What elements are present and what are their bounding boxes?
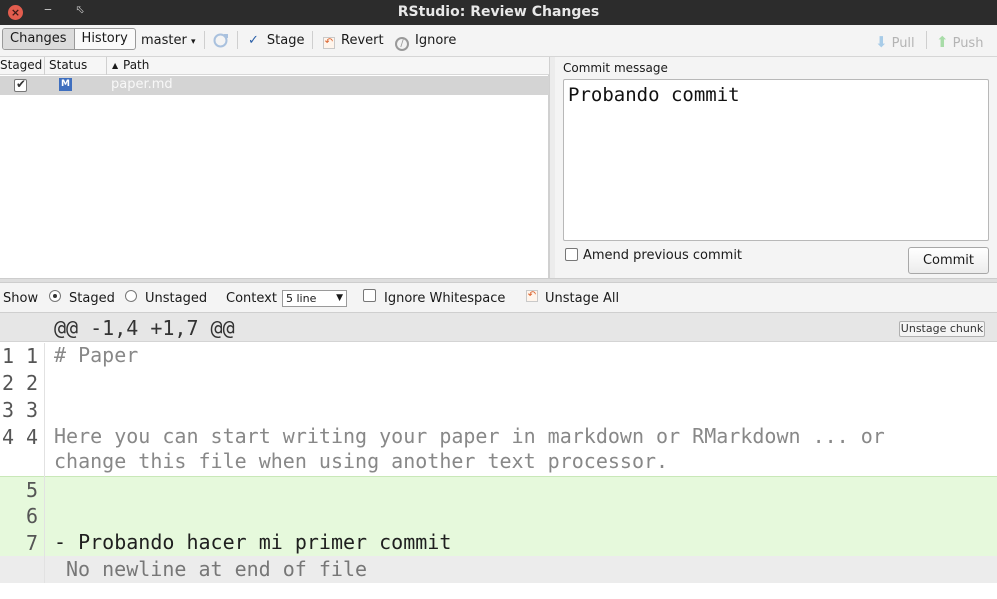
unstaged-radio[interactable]	[125, 290, 137, 302]
file-path: paper.md	[111, 77, 173, 92]
revert-icon: ↶	[323, 37, 335, 49]
title-bar: × ‒ ⬁ RStudio: Review Changes	[0, 0, 997, 25]
context-select[interactable]: 5 line ▼	[282, 290, 347, 307]
sort-ascending-icon: ▲	[112, 61, 119, 70]
unstage-all-icon: ↶	[526, 290, 538, 302]
refresh-icon[interactable]	[212, 32, 229, 49]
chevron-down-icon: ▾	[190, 37, 196, 47]
diff-line[interactable]: 1 1 # Paper	[0, 343, 997, 370]
push-button[interactable]: ⬆ Push	[936, 33, 983, 51]
toolbar-divider	[926, 31, 927, 49]
gutter-divider	[44, 343, 45, 583]
line-text: Here you can start writing your paper in…	[54, 424, 885, 473]
old-line-number: 1	[2, 344, 15, 368]
ignore-icon: /	[395, 37, 409, 51]
push-arrow-icon: ⬆	[936, 33, 949, 51]
pull-label: Pull	[891, 36, 915, 51]
line-text: - Probando hacer mi primer commit	[54, 530, 452, 554]
column-path[interactable]: Path	[123, 58, 149, 72]
file-list-header: Staged Status ▲ Path	[0, 57, 549, 75]
new-line-number: 7	[26, 531, 39, 555]
revert-button[interactable]: ↶ Revert	[323, 33, 384, 49]
show-label: Show	[3, 291, 39, 306]
commit-button[interactable]: Commit	[908, 247, 989, 274]
toolbar: Changes History master ▾ ✓ Stage ↶ Revert …	[0, 25, 997, 57]
window-title: RStudio: Review Changes	[397, 4, 600, 20]
ignore-button[interactable]: / Ignore	[395, 33, 456, 51]
staged-radio[interactable]	[49, 290, 61, 302]
dropdown-arrow-icon: ▼	[336, 293, 343, 303]
diff-line-added[interactable]: 6	[0, 503, 997, 530]
column-status[interactable]: Status	[49, 58, 87, 72]
push-label: Push	[952, 36, 984, 51]
stage-button[interactable]: ✓ Stage	[248, 33, 304, 48]
toolbar-divider	[312, 31, 313, 49]
diff-line[interactable]: 3 3	[0, 397, 997, 424]
pull-arrow-icon: ⬇	[875, 33, 888, 51]
line-text: # Paper	[54, 343, 139, 367]
diff-view: @@ -1,4 +1,7 @@ Unstage chunk 1 1 # Pape…	[0, 313, 997, 599]
ignore-label: Ignore	[415, 33, 457, 48]
diff-options-bar: Show Staged Unstaged Context 5 line ▼ Ig…	[0, 283, 997, 313]
amend-label: Amend previous commit	[583, 248, 743, 263]
amend-option[interactable]: Amend previous commit	[565, 248, 742, 263]
unstage-chunk-button[interactable]: Unstage chunk	[899, 321, 985, 337]
column-staged[interactable]: Staged	[0, 58, 42, 72]
pull-button[interactable]: ⬇ Pull	[875, 33, 915, 51]
branch-name: master	[141, 33, 187, 48]
new-line-number: 3	[26, 398, 39, 422]
old-line-number: 4	[2, 425, 15, 449]
commit-message-label: Commit message	[563, 61, 668, 75]
new-line-number: 6	[26, 504, 39, 528]
column-divider[interactable]	[106, 57, 107, 75]
unstage-all-button[interactable]: Unstage All	[545, 291, 619, 306]
diff-line[interactable]: 4 4 Here you can start writing your pape…	[0, 424, 997, 476]
checkmark-icon: ✓	[248, 33, 259, 48]
new-line-number: 5	[26, 478, 39, 502]
status-badge: M	[59, 78, 72, 91]
diff-line[interactable]: 2 2	[0, 370, 997, 397]
old-line-number: 2	[2, 371, 15, 395]
branch-selector[interactable]: master ▾	[141, 33, 196, 48]
ignore-whitespace-checkbox[interactable]	[363, 289, 376, 302]
no-newline-notice: No newline at end of file	[0, 556, 997, 583]
old-line-number: 3	[2, 398, 15, 422]
context-label: Context	[226, 291, 277, 306]
diff-line-added[interactable]: 5	[0, 476, 997, 503]
file-row[interactable]: ✔ M paper.md	[0, 76, 549, 95]
amend-checkbox[interactable]	[565, 248, 578, 261]
checkmark-icon: ✔	[16, 77, 27, 91]
new-line-number: 1	[26, 344, 39, 368]
new-line-number: 4	[26, 425, 39, 449]
column-divider[interactable]	[44, 57, 45, 75]
file-list-pane: Staged Status ▲ Path ✔ M paper.md	[0, 57, 549, 278]
hunk-range: @@ -1,4 +1,7 @@	[54, 316, 235, 340]
no-newline-text: No newline at end of file	[66, 557, 368, 581]
unstaged-radio-label[interactable]: Unstaged	[145, 291, 207, 306]
toolbar-divider	[204, 31, 205, 49]
view-toggle: Changes History	[2, 28, 136, 50]
staged-checkbox[interactable]: ✔	[14, 77, 27, 92]
commit-message-input[interactable]: Probando commit	[563, 79, 989, 241]
diff-line-added[interactable]: 7 - Probando hacer mi primer commit	[0, 530, 997, 557]
commit-pane: Commit message Probando commit Amend pre…	[555, 57, 997, 278]
new-line-number: 2	[26, 371, 39, 395]
tab-changes[interactable]: Changes	[3, 29, 75, 49]
hunk-header: @@ -1,4 +1,7 @@ Unstage chunk	[0, 313, 997, 342]
revert-label: Revert	[341, 33, 384, 48]
ignore-whitespace-label[interactable]: Ignore Whitespace	[384, 291, 505, 306]
staged-radio-label[interactable]: Staged	[69, 291, 115, 306]
toolbar-divider	[237, 31, 238, 49]
context-value: 5 line	[286, 292, 317, 305]
stage-label: Stage	[266, 33, 305, 48]
tab-history[interactable]: History	[75, 29, 135, 49]
